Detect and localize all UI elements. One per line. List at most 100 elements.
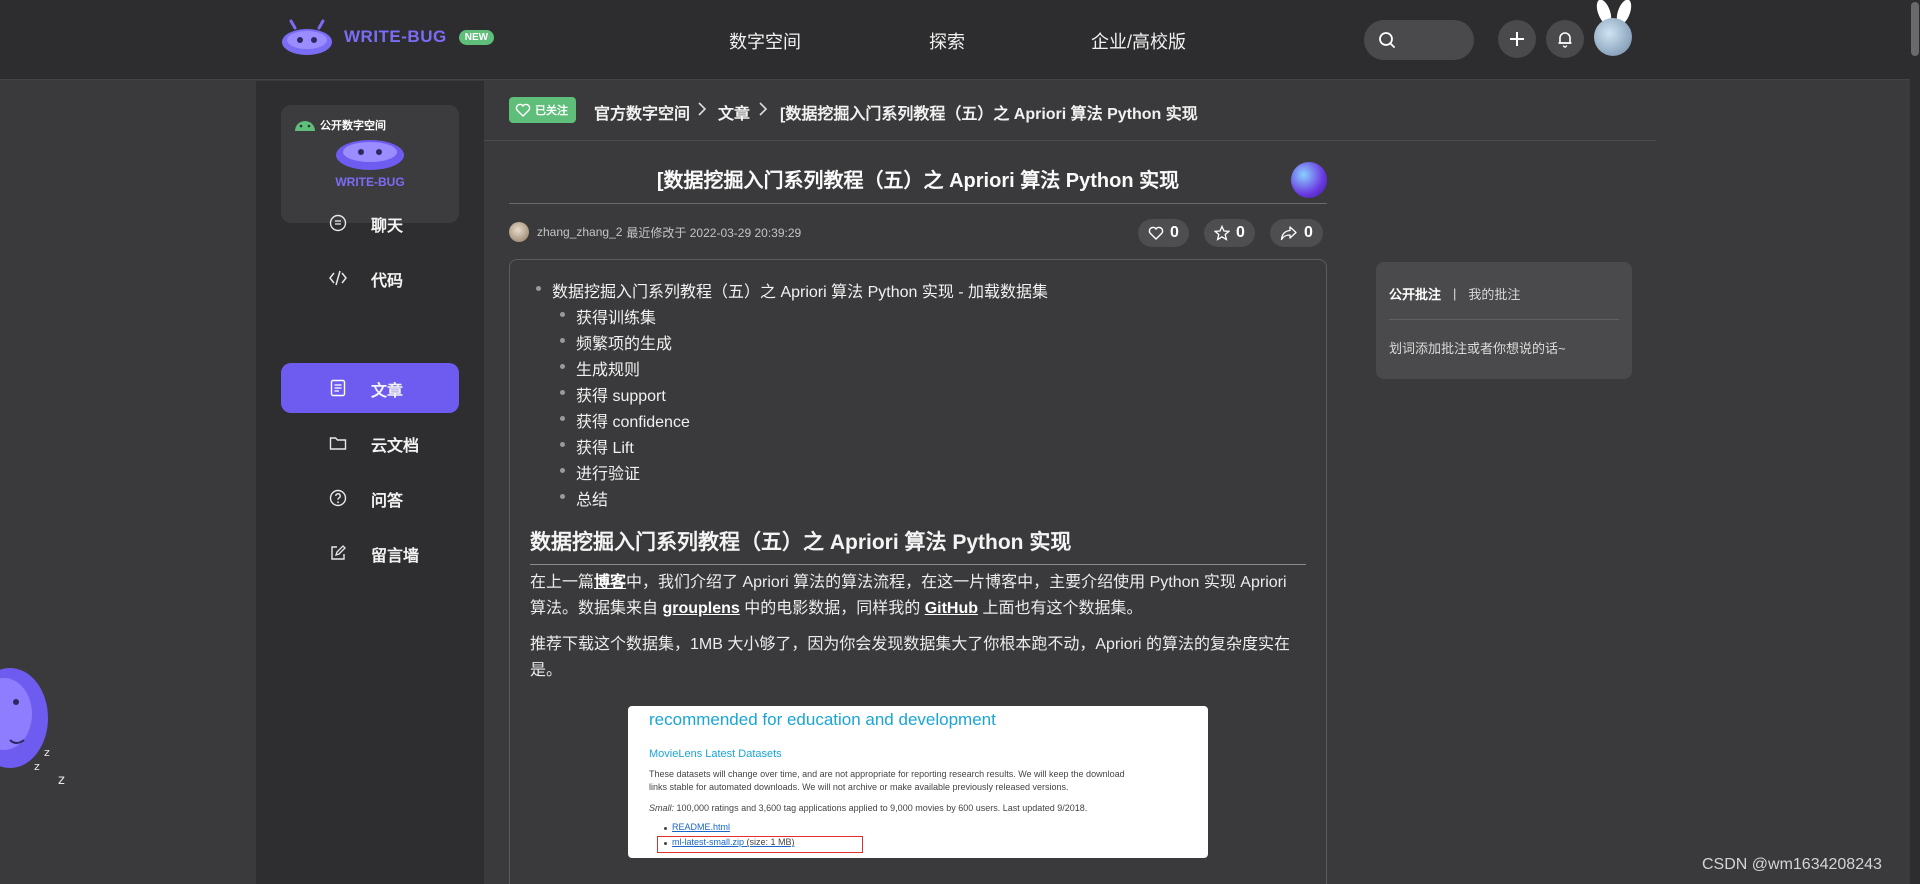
embed-text-line: links stable for automated downloads. We… [649, 782, 1069, 792]
tab-separator: | [1453, 286, 1457, 301]
embed-subheading: MovieLens Latest Datasets [649, 748, 782, 760]
favorite-count: 0 [1236, 224, 1245, 241]
embed-text-line: These datasets will change over time, an… [649, 769, 1125, 779]
favorite-button[interactable]: 0 [1204, 219, 1255, 247]
heart-icon [515, 103, 531, 117]
code-icon [329, 270, 347, 286]
sidebar-item-label: 云文档 [371, 438, 420, 455]
question-icon [329, 489, 347, 507]
chevron-right-icon [698, 102, 707, 116]
search-button[interactable] [1364, 20, 1474, 60]
share-count: 0 [1304, 224, 1313, 241]
watermark: CSDN @wm1634208243 [1702, 856, 1882, 873]
author-avatar[interactable] [509, 222, 529, 242]
new-badge: NEW [458, 29, 495, 45]
sidebar-item-qa[interactable]: 问答 [281, 473, 459, 523]
blog-link[interactable]: 博客 [594, 574, 626, 591]
embed-small-dataset: Small: 100,000 ratings and 3,600 tag app… [649, 803, 1088, 813]
toc-item[interactable]: 进行验证 [530, 460, 1048, 486]
embed-heading: recommended for education and developmen… [649, 710, 996, 729]
sleeping-mascot-icon[interactable]: z z z [0, 660, 80, 790]
title-divider [509, 203, 1327, 204]
page-scrollbar[interactable] [1910, 0, 1920, 884]
share-icon [1280, 226, 1297, 241]
space-logo-icon [331, 133, 409, 178]
toc-item[interactable]: 频繁项的生成 [530, 330, 1048, 356]
left-sidebar: 公开数字空间 WRITE-BUG 聊天 代码 文章 云文档 问答 留言墙 [256, 81, 484, 884]
breadcrumb-current: [数据挖掘入门系列教程（五）之 Apriori 算法 Python 实现 [780, 106, 1198, 123]
annotation-divider [1389, 319, 1619, 320]
sidebar-item-label: 文章 [371, 383, 404, 400]
bell-icon [1558, 32, 1572, 48]
create-button[interactable] [1498, 20, 1536, 58]
android-icon [295, 121, 315, 131]
star-icon [1214, 225, 1230, 241]
nav-enterprise[interactable]: 企业/高校版 [1091, 28, 1186, 54]
toc-item[interactable]: 获得 support [530, 382, 1048, 408]
sidebar-item-article[interactable]: 文章 [281, 363, 459, 413]
annotation-tabs: 公开批注 | 我的批注 [1389, 284, 1520, 303]
breadcrumb-space[interactable]: 官方数字空间 [594, 100, 690, 124]
author-name[interactable]: zhang_zhang_2 [537, 225, 622, 239]
modified-time: 最近修改于 2022-03-29 20:39:29 [626, 225, 802, 240]
plus-icon [1510, 32, 1524, 46]
nav-digital-space[interactable]: 数字空间 [729, 28, 801, 54]
edit-icon [331, 545, 346, 560]
public-space-label: 公开数字空间 [320, 120, 386, 132]
heart-icon [1148, 226, 1164, 240]
share-button[interactable]: 0 [1270, 219, 1323, 247]
article-meta: zhang_zhang_2 最近修改于 2022-03-29 20:39:29 [509, 222, 801, 242]
brand-logo[interactable]: WRITE-BUG NEW [280, 18, 495, 56]
space-name: WRITE-BUG [335, 175, 405, 189]
toc-item[interactable]: 数据挖掘入门系列教程（五）之 Apriori 算法 Python 实现 - 加载… [530, 278, 1048, 304]
breadcrumb: 已关注 官方数字空间 文章 [数据挖掘入门系列教程（五）之 Apriori 算法… [484, 81, 1656, 141]
toc-item[interactable]: 获得 Lift [530, 434, 1048, 460]
toc-item[interactable]: 总结 [530, 486, 1048, 512]
toc-item[interactable]: 获得 confidence [530, 408, 1048, 434]
sidebar-item-cloud-docs[interactable]: 云文档 [281, 418, 459, 468]
readme-link: README.html [672, 822, 731, 832]
intro-paragraph: 在上一篇博客中，我们介绍了 Apriori 算法的算法流程，在这一片博客中，主要… [530, 574, 1287, 617]
like-count: 0 [1170, 224, 1179, 241]
dataset-paragraph: 推荐下载这个数据集，1MB 大小够了，因为你会发现数据集大了你根本跑不动，Apr… [530, 636, 1291, 679]
scrollbar-thumb[interactable] [1911, 2, 1919, 56]
sidebar-item-label: 留言墙 [371, 548, 420, 565]
top-navbar: WRITE-BUG NEW 数字空间 探索 企业/高校版 [0, 0, 1920, 80]
annotation-hint: 划词添加批注或者你想说的话~ [1389, 341, 1566, 356]
table-of-contents: 数据挖掘入门系列教程（五）之 Apriori 算法 Python 实现 - 加载… [530, 278, 1048, 512]
followed-badge[interactable]: 已关注 [509, 97, 576, 123]
highlight-box [657, 836, 863, 853]
annotation-panel: 公开批注 | 我的批注 划词添加批注或者你想说的话~ [1376, 262, 1632, 379]
folder-icon [329, 437, 347, 450]
github-link[interactable]: GitHub [925, 600, 978, 617]
article-body: 数据挖掘入门系列教程（五）之 Apriori 算法 Python 实现 - 加载… [509, 259, 1327, 884]
toc-item[interactable]: 生成规则 [530, 356, 1048, 382]
svg-text:z: z [58, 773, 65, 788]
user-avatar[interactable] [1594, 18, 1632, 56]
notifications-button[interactable] [1546, 20, 1584, 58]
like-button[interactable]: 0 [1138, 219, 1189, 247]
grouplens-link[interactable]: grouplens [662, 600, 739, 617]
embed-bullet [664, 827, 667, 830]
article-title: [数据挖掘入门系列教程（五）之 Apriori 算法 Python 实现 [656, 170, 1180, 192]
followed-label: 已关注 [535, 105, 568, 117]
article-heading: 数据挖掘入门系列教程（五）之 Apriori 算法 Python 实现 [530, 526, 1306, 565]
public-space-tag: 公开数字空间 [293, 117, 386, 133]
breadcrumb-articles[interactable]: 文章 [718, 100, 750, 124]
nav-explore[interactable]: 探索 [929, 28, 965, 54]
sidebar-item-label: 代码 [371, 273, 404, 290]
sidebar-item-label: 问答 [371, 493, 404, 510]
toc-item[interactable]: 获得训练集 [530, 304, 1048, 330]
author-space-orb-icon[interactable] [1291, 162, 1327, 198]
brand-name: WRITE-BUG [344, 27, 447, 46]
article-icon [330, 379, 346, 397]
chevron-right-icon [759, 102, 768, 116]
sidebar-item-chat[interactable]: 聊天 [281, 198, 459, 248]
dataset-screenshot: recommended for education and developmen… [628, 706, 1208, 858]
sidebar-item-label: 聊天 [371, 218, 404, 235]
svg-text:z: z [44, 746, 50, 759]
tab-public-annotations[interactable]: 公开批注 [1389, 284, 1441, 303]
tab-my-annotations[interactable]: 我的批注 [1468, 284, 1520, 303]
sidebar-item-code[interactable]: 代码 [281, 253, 459, 303]
sidebar-item-message-wall[interactable]: 留言墙 [281, 528, 459, 578]
